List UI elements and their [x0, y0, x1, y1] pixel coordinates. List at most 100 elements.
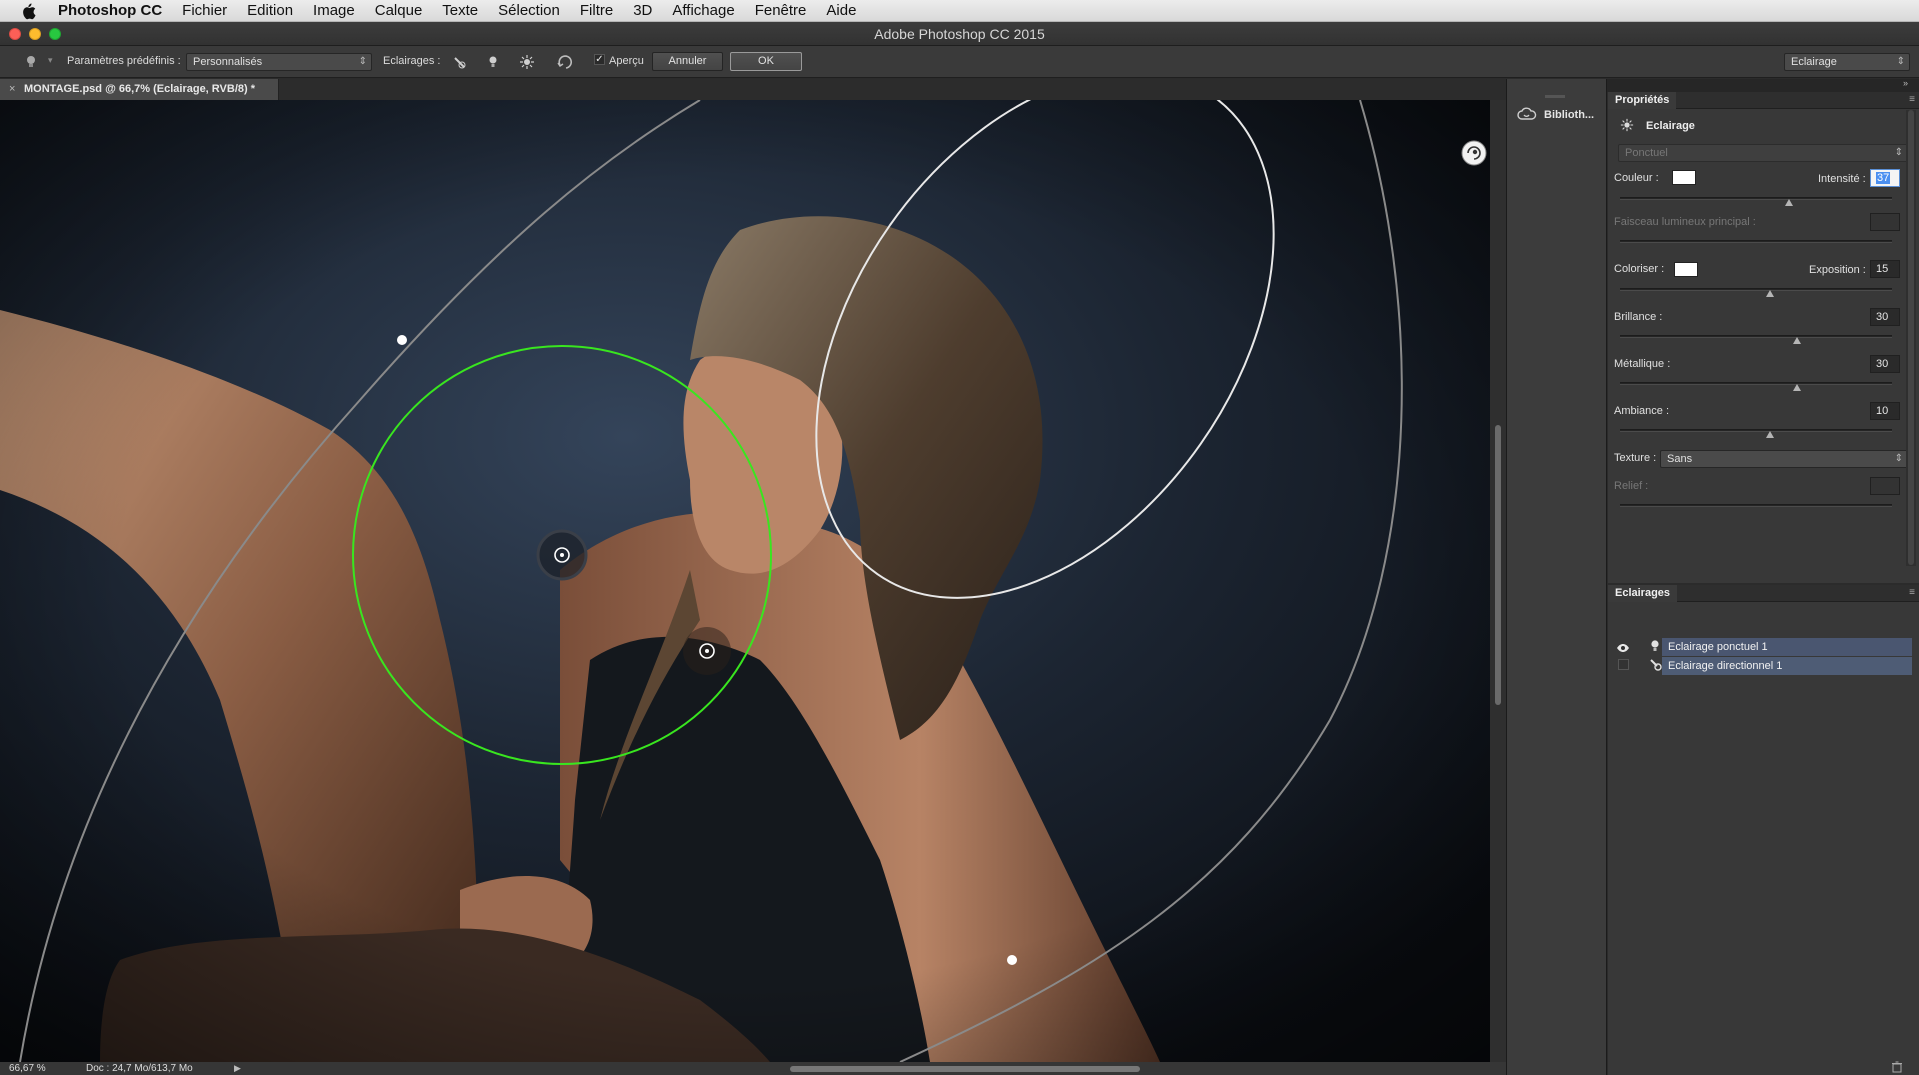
directional-light-handle-top[interactable] — [397, 335, 407, 345]
texture-select[interactable]: Sans — [1660, 450, 1908, 468]
presets-select[interactable]: Personnalisés — [186, 53, 372, 71]
color-label: Couleur : — [1614, 172, 1659, 184]
libraries-panel-button[interactable]: Biblioth... — [1544, 109, 1594, 121]
exposure-input[interactable]: 15 — [1870, 260, 1900, 278]
properties-scroll-thumb[interactable] — [1908, 110, 1914, 565]
vertical-scrollbar[interactable] — [1490, 100, 1506, 1062]
add-point-light-icon[interactable] — [486, 54, 500, 70]
mac-menubar: Photoshop CC Fichier Edition Image Calqu… — [0, 0, 1919, 22]
tab-strip — [279, 79, 1506, 100]
add-spot-light-icon[interactable] — [452, 54, 468, 70]
document-tab-title: MONTAGE.psd @ 66,7% (Eclairage, RVB/8) * — [24, 83, 255, 95]
gloss-slider[interactable] — [1620, 335, 1892, 344]
workspace-select[interactable]: Eclairage — [1784, 53, 1910, 71]
menu-selection[interactable]: Sélection — [498, 2, 560, 19]
gloss-input[interactable]: 30 — [1870, 308, 1900, 326]
dock-grip[interactable] — [1545, 95, 1565, 98]
document-info[interactable]: Doc : 24,7 Mo/613,7 Mo — [86, 1062, 193, 1075]
menu-aide[interactable]: Aide — [826, 2, 856, 19]
colorize-color-swatch[interactable] — [1674, 262, 1698, 277]
exposure-slider[interactable] — [1620, 288, 1892, 297]
intensity-label: Intensité : — [1818, 173, 1866, 185]
menu-fenetre[interactable]: Fenêtre — [755, 2, 807, 19]
menu-calque[interactable]: Calque — [375, 2, 423, 19]
lights-label: Eclairages : — [383, 55, 441, 67]
menu-edition[interactable]: Edition — [247, 2, 293, 19]
light-list-item[interactable]: Eclairage ponctuel 1 — [1662, 638, 1912, 656]
horizontal-scroll-thumb[interactable] — [790, 1066, 1140, 1072]
zoom-readout[interactable]: 66,67 % — [9, 1062, 46, 1075]
lights-header: Eclairages ≡ — [1608, 585, 1919, 602]
lights-panel: Eclairages ≡ Eclairage ponctuel 1 Eclair… — [1608, 585, 1919, 1075]
metallic-slider[interactable] — [1620, 382, 1892, 391]
status-menu-arrow-icon[interactable]: ▶ — [234, 1062, 241, 1075]
menu-app-name[interactable]: Photoshop CC — [58, 2, 162, 19]
tab-properties[interactable]: Propriétés — [1608, 92, 1677, 109]
properties-panel: Propriétés ≡ Eclairage Ponctuel Couleur … — [1608, 92, 1919, 583]
exposure-label: Exposition : — [1809, 264, 1866, 276]
lighting-tool-icon[interactable] — [24, 54, 38, 70]
intensity-slider-thumb[interactable] — [1784, 199, 1793, 206]
tool-preset-chevron-icon[interactable]: ▾ — [48, 55, 53, 66]
cancel-button[interactable]: Annuler — [652, 52, 723, 71]
texture-label: Texture : — [1614, 452, 1657, 464]
menu-image[interactable]: Image — [313, 2, 355, 19]
light-visibility-toggle[interactable] — [1616, 640, 1632, 654]
light-list-item[interactable]: Eclairage directionnel 1 — [1662, 657, 1912, 675]
zoom-window-button[interactable] — [49, 28, 61, 40]
hotspot-label: Faisceau lumineux principal : — [1614, 216, 1756, 228]
document-canvas[interactable] — [0, 100, 1490, 1062]
gloss-label: Brillance : — [1614, 311, 1663, 323]
presets-label: Paramètres prédéfinis : — [67, 55, 181, 67]
menu-3d[interactable]: 3D — [633, 2, 652, 19]
window-titlebar: Adobe Photoshop CC 2015 — [0, 22, 1919, 46]
light-type-select[interactable]: Ponctuel — [1618, 144, 1908, 162]
lighting-preview-image — [0, 100, 1490, 1062]
options-bar: ▾ Paramètres prédéfinis : Personnalisés … — [0, 46, 1919, 78]
bulb-icon — [1651, 640, 1659, 651]
collapse-panels-icon[interactable]: » — [1903, 78, 1908, 88]
status-bar: 66,67 % Doc : 24,7 Mo/613,7 Mo ▶ — [0, 1062, 1506, 1075]
cc-libraries-icon[interactable] — [1517, 107, 1537, 123]
apple-icon[interactable] — [20, 2, 36, 20]
ambience-label: Ambiance : — [1614, 405, 1670, 417]
ambience-slider-thumb[interactable] — [1765, 431, 1774, 438]
menu-filtre[interactable]: Filtre — [580, 2, 613, 19]
lighting-effect-icon — [1620, 118, 1634, 132]
reset-lights-icon[interactable] — [556, 53, 576, 71]
trash-icon[interactable] — [1891, 1061, 1903, 1073]
add-infinite-light-icon[interactable] — [519, 54, 535, 70]
properties-menu-icon[interactable]: ≡ — [1909, 94, 1915, 105]
hotspot-input[interactable] — [1870, 213, 1900, 231]
menu-affichage[interactable]: Affichage — [672, 2, 734, 19]
document-tab[interactable]: × MONTAGE.psd @ 66,7% (Eclairage, RVB/8)… — [0, 79, 279, 100]
minimize-window-button[interactable] — [29, 28, 41, 40]
colorize-label: Coloriser : — [1614, 263, 1665, 275]
properties-scrollbar[interactable] — [1906, 110, 1916, 566]
lights-menu-icon[interactable]: ≡ — [1909, 587, 1915, 598]
light-visibility-toggle[interactable] — [1618, 659, 1629, 670]
metallic-input[interactable]: 30 — [1870, 355, 1900, 373]
ambience-slider[interactable] — [1620, 429, 1892, 438]
metallic-slider-thumb[interactable] — [1792, 384, 1801, 391]
light-color-swatch[interactable] — [1672, 170, 1696, 185]
menu-texte[interactable]: Texte — [442, 2, 478, 19]
collapsed-panel-dock: Biblioth... — [1506, 79, 1607, 1075]
ambience-input[interactable]: 10 — [1870, 402, 1900, 420]
height-slider[interactable] — [1620, 504, 1892, 507]
gloss-slider-thumb[interactable] — [1792, 337, 1801, 344]
vertical-scroll-thumb[interactable] — [1495, 425, 1501, 705]
preview-checkbox[interactable]: ✓ — [594, 54, 605, 65]
height-input[interactable] — [1870, 477, 1900, 495]
window-title: Adobe Photoshop CC 2015 — [874, 26, 1045, 42]
close-window-button[interactable] — [9, 28, 21, 40]
intensity-input[interactable]: 37 — [1870, 169, 1900, 187]
intensity-slider[interactable] — [1620, 197, 1892, 206]
directional-light-handle-bottom[interactable] — [1007, 955, 1017, 965]
ok-button[interactable]: OK — [730, 52, 802, 71]
hotspot-slider[interactable] — [1620, 240, 1892, 243]
exposure-slider-thumb[interactable] — [1765, 290, 1774, 297]
menu-fichier[interactable]: Fichier — [182, 2, 227, 19]
tab-lights[interactable]: Eclairages — [1608, 585, 1678, 602]
close-document-icon[interactable]: × — [9, 79, 15, 100]
